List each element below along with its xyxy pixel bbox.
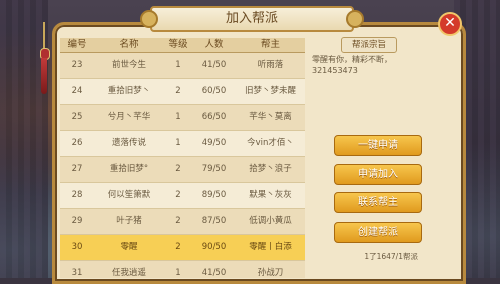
table-row[interactable]: 26 遗落传说 1 49/50 今vin才佰丶 [60, 131, 305, 157]
cell-leader: 默果丶灰灰 [249, 190, 292, 200]
cell-name: 何以笙箫默 [107, 190, 151, 200]
cell-id: 29 [71, 216, 83, 226]
cell-members: 89/50 [201, 190, 227, 200]
cell-level: 1 [175, 60, 181, 70]
cell-name: 任我逍遥 [111, 268, 146, 278]
table-row[interactable]: 29 叶子猪 2 87/50 低调小黄瓜 [60, 209, 305, 235]
column-header-members: 人数 [204, 39, 224, 50]
column-header-name: 名称 [119, 39, 139, 50]
table-row[interactable]: 27 重拾旧梦° 2 79/50 拾梦丶浪子 [60, 157, 305, 183]
close-button[interactable]: ✕ [438, 12, 462, 36]
table-row[interactable]: 30 零醒 2 90/50 零醒丨白添 [60, 235, 305, 261]
cell-level: 2 [175, 242, 181, 252]
dialog-title: 加入帮派 [140, 6, 364, 32]
guild-count-text: 1了1647/1帮派 [364, 252, 418, 261]
guild-motto-label: 帮派宗旨 [341, 37, 397, 53]
tassel-decoration [40, 22, 50, 94]
cell-members: 60/50 [201, 86, 227, 96]
cell-id: 27 [71, 164, 83, 174]
table-row[interactable]: 23 前世今生 1 41/50 听雨落 [60, 53, 305, 79]
table-row[interactable]: 31 任我逍遥 1 41/50 孙战刀 [60, 261, 305, 278]
close-icon: ✕ [444, 15, 456, 31]
cell-name: 前世今生 [111, 60, 146, 70]
cell-id: 25 [71, 112, 83, 122]
cell-leader: 旧梦丶梦未醒 [244, 86, 296, 96]
cell-id: 30 [71, 242, 83, 252]
cell-members: 49/50 [201, 138, 227, 148]
cell-members: 41/50 [201, 268, 227, 278]
apply-join-button[interactable]: 申请加入 [334, 164, 422, 185]
contact-leader-button[interactable]: 联系帮主 [334, 192, 422, 213]
cell-id: 28 [71, 190, 83, 200]
cell-members: 66/50 [201, 112, 227, 122]
cell-name: 零醒 [120, 242, 138, 252]
cell-id: 31 [71, 268, 83, 278]
cell-level: 2 [175, 190, 181, 200]
cell-id: 23 [71, 60, 83, 70]
one-click-apply-button[interactable]: 一键申请 [334, 135, 422, 156]
cell-level: 2 [175, 164, 181, 174]
cell-leader: 今vin才佰丶 [247, 138, 294, 148]
column-header-leader: 帮主 [260, 39, 280, 50]
cell-level: 2 [175, 86, 181, 96]
cell-id: 24 [71, 86, 83, 96]
cell-name: 重拾旧梦丶 [107, 86, 151, 96]
cell-id: 26 [71, 138, 83, 148]
cell-leader: 芊华丶莫离 [249, 112, 292, 122]
cell-members: 79/50 [201, 164, 227, 174]
cell-name: 叶子猪 [116, 216, 142, 226]
create-guild-button[interactable]: 创建帮派 [334, 222, 422, 243]
cell-leader: 零醒丨白添 [249, 242, 292, 252]
table-row[interactable]: 25 兮月丶芊华 1 66/50 芊华丶莫离 [60, 105, 305, 131]
cell-leader: 孙战刀 [257, 268, 284, 278]
cell-members: 41/50 [201, 60, 227, 70]
table-header: 编号 名称 等级 人数 帮主 [60, 38, 305, 53]
cell-name: 遗落传说 [111, 138, 146, 148]
cell-members: 87/50 [201, 216, 227, 226]
table-body: 23 前世今生 1 41/50 听雨落 24 重拾旧梦丶 2 60/50 旧梦丶梦未醒 25 兮月丶芊… [60, 53, 305, 278]
cell-name: 兮月丶芊华 [107, 112, 151, 122]
cell-level: 2 [175, 216, 181, 226]
guild-motto-text: 零醒有你，精彩不断，321453473 [312, 55, 392, 75]
cell-members: 90/50 [201, 242, 227, 252]
cell-leader: 拾梦丶浪子 [249, 164, 292, 174]
cell-level: 1 [175, 112, 181, 122]
column-header-id: 编号 [67, 39, 87, 50]
table-row[interactable]: 24 重拾旧梦丶 2 60/50 旧梦丶梦未醒 [60, 79, 305, 105]
cell-level: 1 [175, 268, 181, 278]
table-row[interactable]: 28 何以笙箫默 2 89/50 默果丶灰灰 [60, 183, 305, 209]
guild-table: 编号 名称 等级 人数 帮主 23 前世今生 1 41/50 听雨落 24 重拾旧梦丶 2 60… [60, 38, 305, 278]
cell-name: 重拾旧梦° [109, 164, 149, 174]
cell-leader: 听雨落 [257, 60, 284, 70]
column-header-level: 等级 [168, 39, 188, 50]
cell-leader: 低调小黄瓜 [249, 216, 292, 226]
cell-level: 1 [175, 138, 181, 148]
